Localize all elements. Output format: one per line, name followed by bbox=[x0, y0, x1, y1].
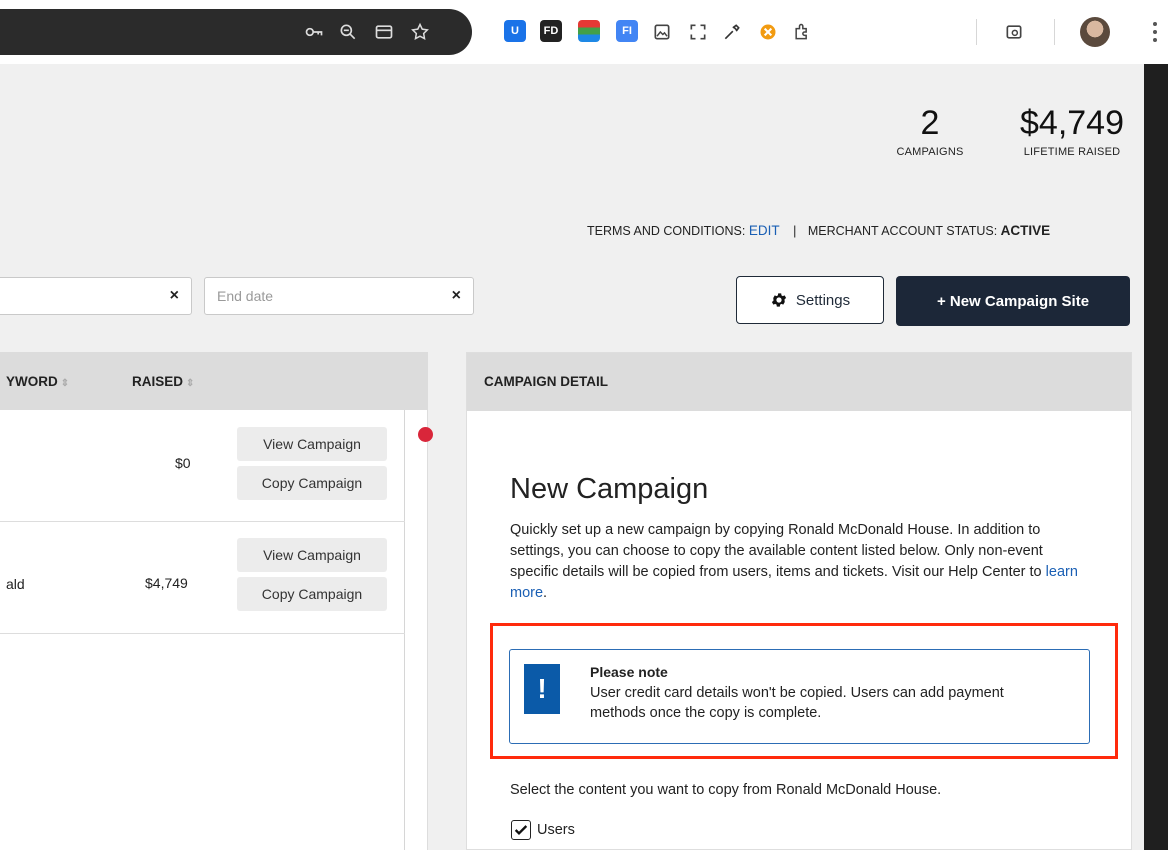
zoom-icon[interactable] bbox=[336, 20, 360, 44]
settings-label: Settings bbox=[795, 291, 851, 309]
end-date-placeholder: End date bbox=[217, 288, 274, 304]
copy-campaign-button[interactable]: Copy Campaign bbox=[237, 577, 387, 611]
gear-icon bbox=[771, 293, 787, 307]
keyword-column-header[interactable]: YWORD ⇕ bbox=[6, 374, 69, 389]
raised-cell: $0 bbox=[175, 455, 191, 471]
users-checkbox[interactable] bbox=[511, 820, 531, 840]
terms-label: TERMS AND CONDITIONS: bbox=[587, 224, 746, 238]
sort-icon: ⇕ bbox=[60, 378, 70, 389]
toolbar-divider bbox=[976, 19, 977, 45]
browser-menu-icon[interactable] bbox=[1153, 22, 1157, 42]
clear-start-date-icon[interactable]: × bbox=[170, 287, 179, 305]
notification-dot bbox=[418, 427, 433, 442]
page-title: New Campaign bbox=[510, 473, 709, 505]
sort-icon: ⇕ bbox=[186, 378, 195, 389]
image-icon[interactable] bbox=[650, 20, 674, 44]
users-label: Users bbox=[537, 822, 575, 838]
select-content-instruction: Select the content you want to copy from… bbox=[510, 782, 942, 798]
puzzle-icon[interactable] bbox=[790, 20, 814, 44]
orange-extension-icon[interactable] bbox=[756, 20, 780, 44]
alert-title: Please note bbox=[590, 664, 668, 680]
view-campaign-button[interactable]: View Campaign bbox=[237, 538, 387, 572]
campaigns-table: YWORD ⇕ RAISED ⇕ $0 View Campaign Copy Cam… bbox=[0, 352, 428, 850]
new-campaign-site-button[interactable]: + New Campaign Site bbox=[896, 276, 1130, 326]
campaign-name-cell: ald bbox=[6, 576, 25, 592]
eyedropper-icon[interactable] bbox=[720, 20, 744, 44]
checkmark-icon bbox=[514, 825, 528, 835]
page-content: 2 CAMPAIGNS $4,749 LIFETIME RAISED TERMS… bbox=[0, 64, 1168, 850]
campaigns-count: 2 bbox=[920, 104, 940, 142]
toolbar-divider bbox=[1054, 19, 1055, 45]
table-row: $0 View Campaign Copy Campaign bbox=[0, 410, 405, 522]
table-header: YWORD ⇕ RAISED ⇕ bbox=[0, 352, 428, 410]
extension-fi-icon[interactable]: FI bbox=[616, 20, 638, 42]
extension-u-icon[interactable]: U bbox=[504, 20, 526, 42]
lifetime-raised-stat: $4,749 LIFETIME RAISED bbox=[1004, 104, 1140, 158]
exclamation-icon: ! bbox=[524, 664, 560, 714]
merchant-status-value: ACTIVE bbox=[1000, 223, 1051, 238]
merchant-status-label: MERCHANT ACCOUNT STATUS: bbox=[807, 224, 998, 238]
account-status-bar: TERMS AND CONDITIONS: EDIT | MERCHANT AC… bbox=[587, 223, 1050, 238]
browser-toolbar: U FD FI bbox=[0, 0, 1168, 64]
address-bar[interactable] bbox=[0, 9, 472, 55]
key-icon[interactable] bbox=[302, 20, 326, 44]
lifetime-raised-label: LIFETIME RAISED bbox=[1023, 146, 1121, 158]
raised-cell: $4,749 bbox=[145, 575, 188, 591]
campaigns-stat: 2 CAMPAIGNS bbox=[884, 104, 976, 158]
panel-header: CAMPAIGN DETAIL bbox=[467, 353, 1131, 411]
settings-button[interactable]: Settings bbox=[736, 276, 884, 324]
campaign-description: Quickly set up a new campaign by copying… bbox=[510, 522, 1078, 601]
star-icon[interactable] bbox=[408, 20, 432, 44]
terms-edit-link[interactable]: EDIT bbox=[749, 223, 780, 238]
profile-avatar[interactable] bbox=[1080, 17, 1110, 47]
terms-divider: | bbox=[793, 224, 797, 238]
window-edge bbox=[1144, 64, 1168, 850]
users-checkbox-row[interactable]: Users bbox=[511, 820, 575, 840]
lifetime-raised-value: $4,749 bbox=[1020, 104, 1124, 142]
view-campaign-button[interactable]: View Campaign bbox=[237, 427, 387, 461]
panel-title: CAMPAIGN DETAIL bbox=[484, 374, 608, 389]
copy-campaign-button[interactable]: Copy Campaign bbox=[237, 466, 387, 500]
please-note-alert: ! Please note User credit card details w… bbox=[509, 649, 1090, 744]
clear-end-date-icon[interactable]: × bbox=[452, 287, 461, 305]
screenshot-icon[interactable] bbox=[686, 20, 710, 44]
raised-column-header[interactable]: RAISED ⇕ bbox=[132, 374, 194, 389]
end-date-input[interactable]: End date × bbox=[204, 277, 474, 315]
extension-fd-icon[interactable]: FD bbox=[540, 20, 562, 42]
card-icon[interactable] bbox=[372, 20, 396, 44]
reading-list-icon[interactable] bbox=[1002, 20, 1026, 44]
extension-colorbar-icon[interactable] bbox=[578, 20, 600, 42]
start-date-input[interactable]: × bbox=[0, 277, 192, 315]
campaign-detail-panel: CAMPAIGN DETAIL New Campaign Quickly set… bbox=[466, 352, 1132, 850]
campaigns-label: CAMPAIGNS bbox=[896, 146, 964, 158]
table-row: ald $4,749 View Campaign Copy Campaign bbox=[0, 522, 405, 634]
alert-message: User credit card details won't be copied… bbox=[590, 685, 1004, 721]
